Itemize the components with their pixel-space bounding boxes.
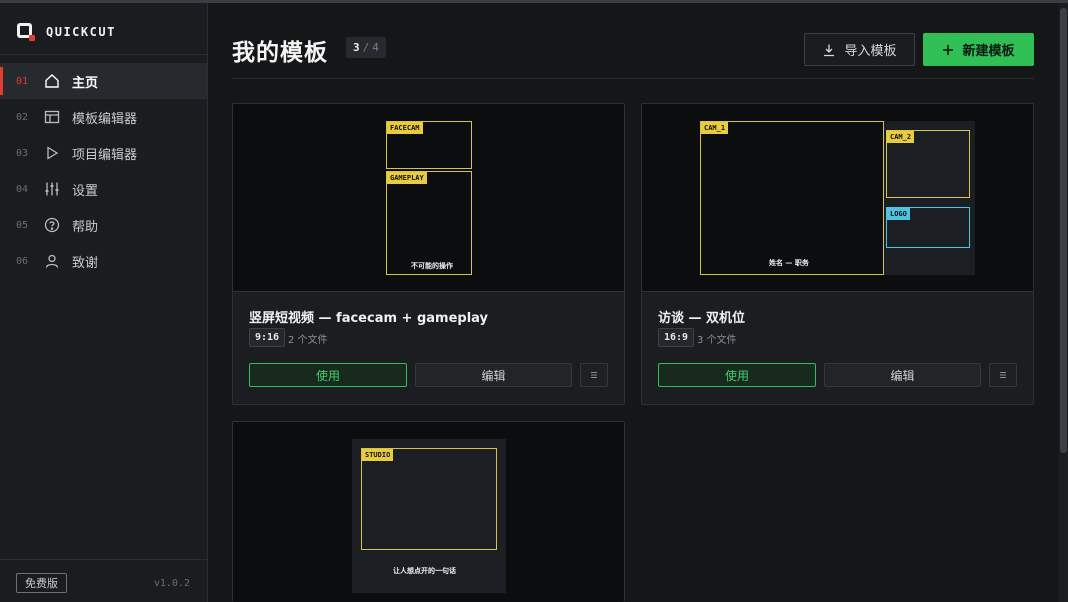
nav-number: 05 <box>16 219 29 231</box>
template-preview[interactable]: STUDIO 让人想点开的一句话 <box>233 422 624 602</box>
slot-label: CAM_1 <box>701 122 729 134</box>
sidebar-divider <box>0 54 207 55</box>
preview-caption: 让人想点开的一句话 <box>393 567 456 575</box>
import-template-label: 导入模板 <box>844 44 897 59</box>
edit-template-button[interactable]: 编辑 <box>415 363 572 387</box>
app-logo[interactable]: QUICKCUT <box>16 21 116 43</box>
slot-label: FACECAM <box>387 122 423 134</box>
nav-label: 帮助 <box>72 219 99 235</box>
slot-label: LOGO <box>887 208 910 220</box>
layout-slot: GAMEPLAY <box>386 171 472 275</box>
template-title: 访谈 — 双机位 <box>658 311 746 326</box>
preview-caption: 姓名 — 职务 <box>769 259 809 267</box>
nav-label: 设置 <box>72 183 99 199</box>
sliders-icon <box>43 180 61 198</box>
app-name: QUICKCUT <box>46 25 116 39</box>
count-total: 4 <box>372 41 379 54</box>
sidebar-item-home[interactable]: 01 主页 <box>0 63 207 99</box>
layout-slot: FACECAM <box>386 121 472 169</box>
version-label: v1.0.2 <box>153 578 190 589</box>
nav-label: 致谢 <box>72 255 99 271</box>
quickcut-logo-icon <box>16 22 36 42</box>
nav-label: 模板编辑器 <box>72 111 138 127</box>
sidebar-divider <box>0 559 207 560</box>
template-card[interactable]: CAM_1 CAM_2 LOGO 姓名 — 职务 访谈 — 双机位 16:9 3… <box>641 103 1034 405</box>
layout-slot: CAM_1 <box>700 121 884 275</box>
layout-icon <box>43 108 61 126</box>
import-template-button[interactable]: 导入模板 <box>804 33 915 66</box>
count-current: 3 <box>353 41 360 54</box>
layout-slot: CAM_2 <box>886 130 970 198</box>
sidebar-item-help[interactable]: 05 帮助 <box>0 207 207 243</box>
preview-caption: 不可能的操作 <box>411 262 453 270</box>
template-count-badge: 3 / 4 <box>346 37 386 58</box>
sidebar-nav: 01 主页 02 模板编辑器 03 项目编辑器 04 设置 05 帮助 06 致… <box>0 63 207 279</box>
user-icon <box>43 252 61 270</box>
new-template-button[interactable]: 新建模板 <box>923 33 1034 66</box>
plan-badge[interactable]: 免费版 <box>16 573 67 593</box>
home-icon <box>43 72 61 90</box>
aspect-ratio-badge: 16:9 <box>658 328 695 347</box>
plus-icon <box>943 44 954 55</box>
slot-label: STUDIO <box>362 449 394 461</box>
logo-slot: LOGO <box>886 207 970 248</box>
template-preview[interactable]: FACECAM GAMEPLAY 不可能的操作 <box>233 104 624 292</box>
sidebar: QUICKCUT 01 主页 02 模板编辑器 03 项目编辑器 04 设置 0… <box>0 3 208 602</box>
nav-label: 主页 <box>72 75 99 91</box>
new-template-label: 新建模板 <box>962 44 1015 59</box>
layout-slot: STUDIO <box>361 448 497 550</box>
use-template-button[interactable]: 使用 <box>249 363 407 387</box>
use-template-button[interactable]: 使用 <box>658 363 816 387</box>
file-count: 2 个文件 <box>288 335 328 346</box>
slot-label: GAMEPLAY <box>387 172 427 184</box>
nav-number: 03 <box>16 147 29 159</box>
header-divider <box>232 78 1034 79</box>
sidebar-item-credits[interactable]: 06 致谢 <box>0 243 207 279</box>
main-content: 我的模板 3 / 4 导入模板 新建模板 FACECAM GAMEPLAY 不可… <box>208 3 1068 602</box>
count-separator: / <box>362 41 370 54</box>
sidebar-item-project-editor[interactable]: 03 项目编辑器 <box>0 135 207 171</box>
template-card[interactable]: FACECAM GAMEPLAY 不可能的操作 竖屏短视频 — facecam … <box>232 103 625 405</box>
nav-label: 项目编辑器 <box>72 147 138 163</box>
sidebar-item-template-editor[interactable]: 02 模板编辑器 <box>0 99 207 135</box>
template-title: 竖屏短视频 — facecam + gameplay <box>249 311 489 326</box>
aspect-ratio-badge: 9:16 <box>249 328 286 347</box>
nav-number: 02 <box>16 111 29 123</box>
file-count: 3 个文件 <box>697 335 737 346</box>
more-options-button[interactable] <box>989 363 1017 387</box>
edit-template-button[interactable]: 编辑 <box>824 363 981 387</box>
page-title: 我的模板 <box>232 40 328 66</box>
nav-number: 06 <box>16 255 29 267</box>
menu-icon <box>1000 372 1006 378</box>
download-icon <box>824 44 835 56</box>
template-preview[interactable]: CAM_1 CAM_2 LOGO 姓名 — 职务 <box>642 104 1033 292</box>
nav-number: 01 <box>16 75 29 87</box>
more-options-button[interactable] <box>580 363 608 387</box>
nav-number: 04 <box>16 183 29 195</box>
play-icon <box>43 144 61 162</box>
help-circle-icon <box>43 216 61 234</box>
scrollbar-thumb[interactable] <box>1060 8 1067 453</box>
template-card[interactable]: STUDIO 让人想点开的一句话 <box>232 421 625 602</box>
menu-icon <box>591 372 597 378</box>
slot-label: CAM_2 <box>887 131 915 143</box>
sidebar-item-settings[interactable]: 04 设置 <box>0 171 207 207</box>
